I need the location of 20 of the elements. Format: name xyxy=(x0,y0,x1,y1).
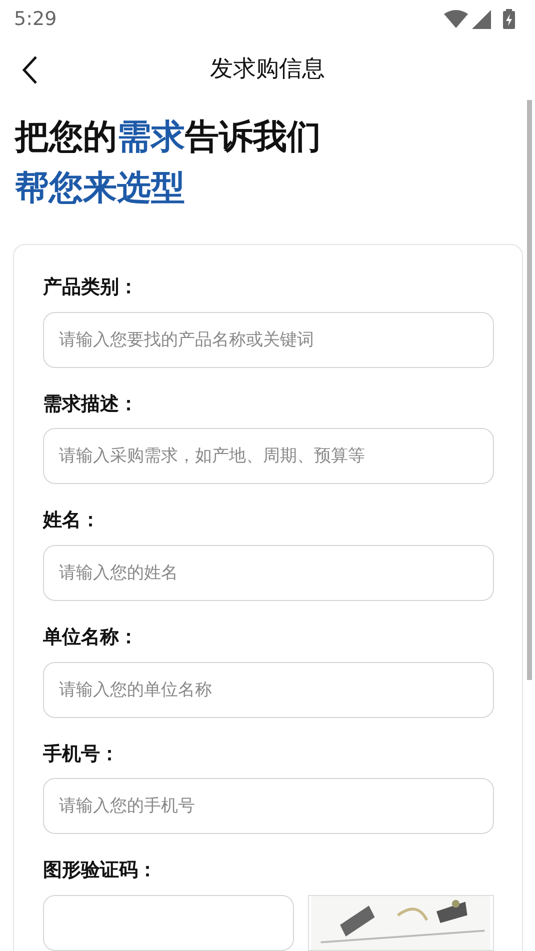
headline-text: 帮您来选型 xyxy=(15,168,185,208)
headline-text: 把您的需求告诉我们 xyxy=(15,117,321,157)
signal-icon xyxy=(472,10,491,28)
back-button[interactable] xyxy=(20,55,40,85)
field-label: 姓名： xyxy=(43,509,100,532)
input-field[interactable] xyxy=(43,895,294,951)
input-field[interactable]: 请输入采购需求，如产地、周期、预算等 xyxy=(43,428,494,484)
wifi-icon xyxy=(444,10,468,28)
field-label: 需求描述： xyxy=(43,392,138,415)
input-field[interactable]: 请输入您的手机号 xyxy=(43,778,494,834)
field-label: 单位名称： xyxy=(43,626,138,648)
field-label: 图形验证码： xyxy=(43,859,157,882)
field-label: 产品类别： xyxy=(43,276,138,298)
battery-icon xyxy=(503,9,515,29)
field-label: 手机号： xyxy=(43,742,119,765)
input-field[interactable]: 请输入您的姓名 xyxy=(43,545,494,602)
input-field[interactable]: 请输入您的单位名称 xyxy=(43,662,494,718)
input-field[interactable]: 请输入您要找的产品名称或关键词 xyxy=(43,312,494,368)
status-time: 5:29 xyxy=(14,6,57,32)
page-title: 发求购信息 xyxy=(210,54,325,84)
